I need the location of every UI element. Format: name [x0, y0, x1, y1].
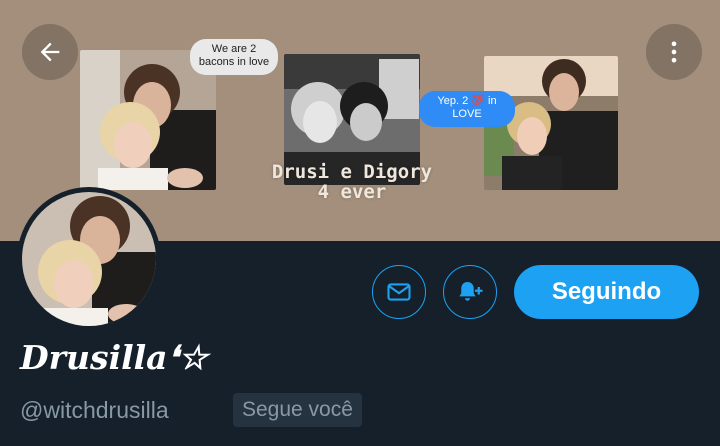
display-name: Drusilla❛☆ [20, 338, 208, 377]
notifications-button[interactable] [443, 265, 497, 319]
banner-bubble-left: We are 2 bacons in love [190, 39, 278, 75]
more-vertical-icon [671, 41, 677, 63]
arrow-left-icon [40, 42, 60, 62]
following-button[interactable]: Seguindo [514, 265, 699, 319]
avatar-photo [22, 192, 156, 326]
message-button[interactable] [372, 265, 426, 319]
banner-caption: Drusi e Digory 4 ever [262, 162, 442, 202]
more-options-button[interactable] [646, 24, 702, 80]
banner-bubble-right: Yep. 2 💯 in LOVE [419, 91, 515, 127]
follows-you-badge: Segue você [233, 393, 362, 427]
username-handle: @witchdrusilla [20, 397, 169, 423]
envelope-icon [387, 283, 411, 301]
avatar[interactable] [17, 187, 161, 331]
bell-plus-icon [459, 282, 483, 301]
back-button[interactable] [22, 24, 78, 80]
banner-caption-line2: 4 ever [317, 181, 387, 203]
banner-caption-line1: Drusi e Digory [271, 161, 433, 183]
